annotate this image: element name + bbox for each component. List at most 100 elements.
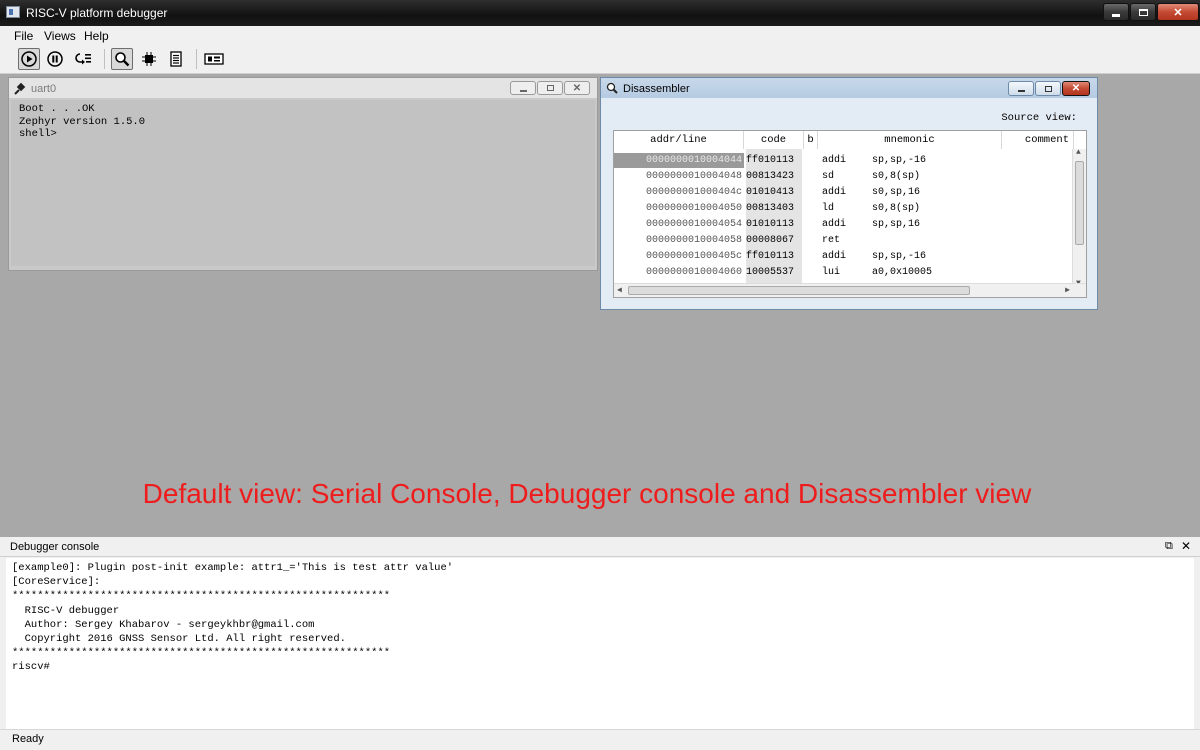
row-code: ff010113	[746, 155, 795, 166]
disassembler-close-button[interactable]: ✕	[1062, 81, 1090, 96]
menu-help[interactable]: Help	[84, 29, 109, 43]
minimize-button[interactable]	[1103, 3, 1129, 21]
restore-icon	[546, 85, 554, 91]
uart-minimize-button[interactable]	[510, 81, 536, 95]
uart-window-caption[interactable]: uart0 ✕	[9, 78, 597, 98]
toolbar	[0, 44, 1200, 74]
table-row[interactable]: 0000000010004054 01010113 addi sp,sp,16	[614, 217, 1074, 233]
horizontal-scrollbar[interactable]: ◀ ▶	[614, 283, 1086, 297]
row-code: 00813423	[746, 171, 795, 182]
disassembler-restore-button[interactable]	[1035, 81, 1061, 96]
scrollbar-thumb[interactable]	[1075, 161, 1084, 245]
vertical-scrollbar[interactable]: ▲ ▼	[1072, 148, 1086, 289]
minimize-icon	[1017, 90, 1025, 92]
pause-icon	[47, 51, 63, 67]
console-line: [example0]: Plugin post-init example: at…	[12, 562, 454, 574]
gnss-plugin-button[interactable]	[203, 48, 225, 70]
table-row[interactable]: 0000000010004044 ff010113 addi sp,sp,-16	[614, 153, 1074, 169]
disassembler-minimize-button[interactable]	[1008, 81, 1034, 96]
column-header-addr[interactable]: addr/line	[614, 131, 744, 149]
row-mnemonic: ld	[822, 203, 835, 214]
dock-close-button[interactable]: ✕	[1181, 539, 1191, 553]
row-code: 00008067	[746, 235, 795, 246]
app-icon	[6, 6, 20, 18]
minimize-icon	[519, 89, 527, 92]
console-line: Author: Sergey Khabarov - sergeykhbr@gma…	[12, 618, 315, 631]
caption-banner: Default view: Serial Console, Debugger c…	[142, 478, 1032, 509]
close-icon: ✕	[1173, 6, 1183, 19]
uart-window-title: uart0	[31, 83, 57, 95]
console-line: Copyright 2016 GNSS Sensor Ltd. All righ…	[12, 633, 346, 646]
gnss-board-icon	[204, 53, 224, 65]
console-line: ****************************************…	[12, 647, 391, 660]
row-code: ff010113	[746, 251, 795, 262]
disassembler-window-title: Disassembler	[623, 83, 690, 95]
toolbar-separator	[104, 49, 105, 69]
column-header-comment[interactable]: comment	[1002, 131, 1074, 149]
plug-icon	[14, 82, 27, 98]
menu-bar: File Views Help	[0, 26, 1200, 44]
magnifier-icon	[115, 52, 130, 67]
row-code: 10005537	[746, 267, 795, 278]
dock-float-button[interactable]: ⧉	[1165, 540, 1173, 553]
table-row[interactable]: 000000001000405c ff010113 addi sp,sp,-16	[614, 249, 1074, 265]
disassembler-window-caption[interactable]: Disassembler ✕	[601, 78, 1097, 98]
column-header-code[interactable]: code	[744, 131, 804, 149]
maximize-icon	[1138, 8, 1148, 16]
row-addr: 0000000010004044	[614, 153, 744, 168]
console-line: RISC-V debugger	[12, 604, 120, 617]
status-bar: Ready	[0, 729, 1200, 750]
column-header-mnemonic[interactable]: mnemonic	[818, 131, 1002, 149]
scroll-left-icon: ◀	[617, 286, 622, 295]
table-row[interactable]: 0000000010004050 00813403 ld s0,8(sp)	[614, 201, 1074, 217]
menu-file[interactable]: File	[14, 29, 33, 43]
memory-view-button[interactable]	[165, 48, 187, 70]
row-addr: 000000001000404c	[645, 187, 742, 198]
table-row[interactable]: 0000000010004048 00813423 sd s0,8(sp)	[614, 169, 1074, 185]
memory-icon	[170, 51, 182, 67]
maximize-button[interactable]	[1130, 3, 1156, 21]
console-prompt[interactable]: riscv#	[12, 660, 1188, 674]
row-mnemonic: addi	[822, 251, 847, 262]
console-line: ****************************************…	[12, 590, 391, 603]
window-title: RISC-V platform debugger	[26, 6, 168, 20]
row-addr: 0000000010004060	[645, 267, 742, 278]
restore-icon	[1044, 85, 1052, 92]
column-header-breakpoint[interactable]: b	[804, 131, 818, 149]
table-row[interactable]: 0000000010004060 10005537 lui a0,0x10005	[614, 265, 1074, 281]
close-icon: ✕	[1181, 539, 1192, 553]
row-operands: s0,8(sp)	[872, 203, 921, 214]
cpu-chip-icon	[142, 52, 156, 66]
scroll-right-icon: ▶	[1065, 286, 1070, 295]
disassembler-view-button[interactable]	[111, 48, 133, 70]
table-row[interactable]: 000000001000404c 01010413 addi s0,sp,16	[614, 185, 1074, 201]
step-button[interactable]	[72, 48, 94, 70]
disassembly-table[interactable]: addr/line code b mnemonic comment 000000…	[613, 130, 1087, 298]
row-mnemonic: addi	[822, 155, 847, 166]
uart-window: uart0 ✕ Boot . . .OK Zephyr version 1.5.0…	[8, 77, 598, 271]
row-operands: s0,8(sp)	[872, 171, 921, 182]
debugger-console-output[interactable]: [example0]: Plugin post-init example: at…	[6, 558, 1194, 729]
scrollbar-thumb[interactable]	[628, 286, 970, 295]
cpu-registers-button[interactable]	[138, 48, 160, 70]
run-button[interactable]	[18, 48, 40, 70]
minimize-icon	[1112, 13, 1120, 17]
uart-terminal[interactable]: Boot . . .OK Zephyr version 1.5.0 shell>	[11, 100, 595, 266]
dock-title-bar[interactable]: Debugger console ⧉ ✕	[0, 537, 1200, 557]
close-button[interactable]: ✕	[1157, 3, 1199, 21]
table-row[interactable]: 0000000010004058 00008067 ret	[614, 233, 1074, 249]
menu-views[interactable]: Views	[44, 29, 76, 43]
uart-restore-button[interactable]	[537, 81, 563, 95]
uart-close-button[interactable]: ✕	[564, 81, 590, 95]
uart-window-controls: ✕	[509, 81, 590, 95]
row-mnemonic: sd	[822, 171, 835, 182]
row-operands: a0,0x10005	[872, 267, 933, 278]
row-addr: 000000001000405c	[645, 251, 742, 262]
row-operands: sp,sp,-16	[872, 251, 927, 262]
uart-line: Boot . . .OK	[19, 103, 95, 115]
pause-button[interactable]	[44, 48, 66, 70]
source-view-label: Source view:	[1001, 112, 1077, 124]
scroll-up-icon: ▲	[1076, 148, 1081, 157]
row-addr: 0000000010004058	[645, 235, 742, 246]
magnifier-icon	[606, 82, 618, 97]
